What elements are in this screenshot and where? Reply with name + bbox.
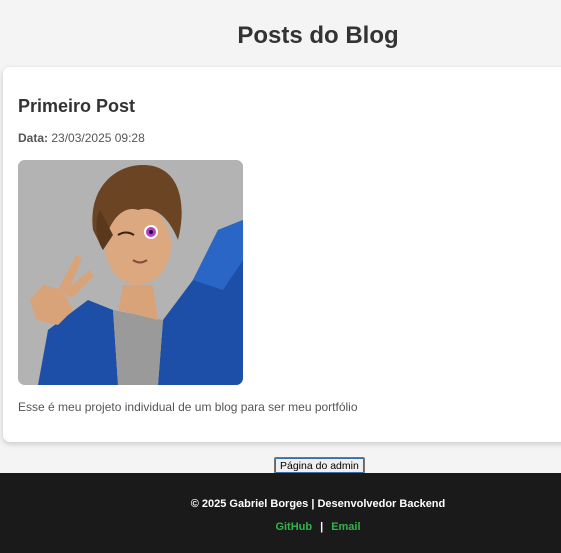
post-date-label: Data: <box>18 131 49 145</box>
footer-links: GitHub | Email <box>0 520 561 534</box>
page-title: Posts do Blog <box>237 22 399 49</box>
admin-page-button[interactable]: Página do admin <box>274 457 365 474</box>
anime-character-illustration <box>18 160 243 385</box>
blog-page: Posts do Blog Primeiro Post Data: 23/03/… <box>0 0 561 553</box>
github-link[interactable]: GitHub <box>275 521 312 533</box>
post-text: Esse é meu projeto individual de um blog… <box>18 400 358 414</box>
post-title: Primeiro Post <box>18 96 136 116</box>
post-date: Data: 23/03/2025 09:28 <box>18 130 145 146</box>
post-image <box>18 160 243 385</box>
email-link[interactable]: Email <box>331 521 360 533</box>
footer: © 2025 Gabriel Borges | Desenvolvedor Ba… <box>0 473 561 553</box>
post-date-value: 23/03/2025 09:28 <box>51 131 145 145</box>
footer-copyright: © 2025 Gabriel Borges | Desenvolvedor Ba… <box>190 498 446 510</box>
footer-link-separator: | <box>320 521 324 533</box>
